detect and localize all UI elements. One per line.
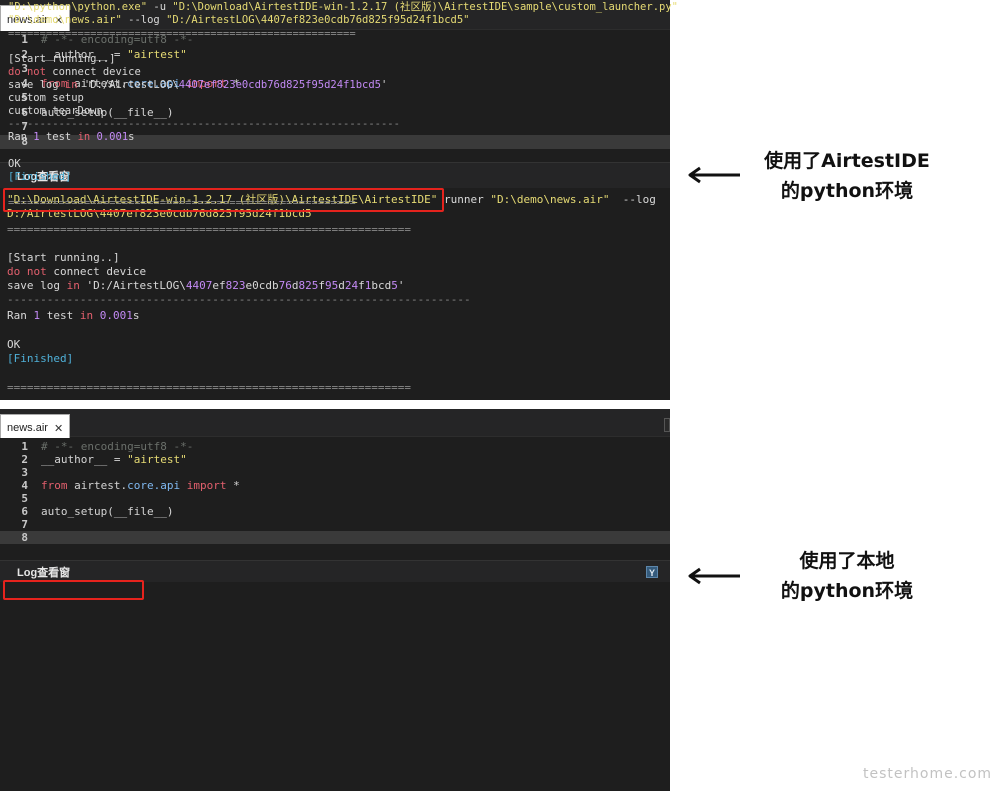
code-text: # -*- encoding=utf8 -*-	[41, 440, 194, 453]
bottom-annotation: 使用了本地 的python环境	[752, 546, 942, 606]
code-line: 6 auto_setup(__file__)	[0, 505, 670, 518]
log-line: [Start running..]	[7, 251, 120, 264]
log-line: do not connect device	[8, 66, 141, 78]
log-line: custom tearDown	[8, 105, 103, 117]
tab-label: news.air	[7, 422, 48, 434]
close-icon[interactable]: ✕	[54, 422, 63, 435]
code-line: 7	[0, 518, 670, 531]
log-line: save log in 'D:/AirtestLOG\4407ef823e0cd…	[8, 79, 388, 91]
log-line: save log in 'D:/AirtestLOG\4407ef823e0cd…	[7, 279, 405, 292]
log-line: do not connect device	[7, 265, 147, 278]
log-separator: ----------------------------------------…	[8, 118, 400, 130]
code-line: 2 __author__ = "airtest"	[0, 453, 670, 466]
filter-icon[interactable]: Y	[646, 566, 658, 578]
line-number: 2	[21, 453, 28, 466]
log-line: OK	[7, 338, 21, 351]
line-number: 5	[21, 492, 28, 505]
line-number: 4	[21, 479, 28, 492]
log-line: OK	[8, 158, 21, 170]
line-number: 6	[21, 505, 28, 518]
bottom-file-tab[interactable]: news.air ✕	[0, 414, 71, 441]
log-command-line: "D:\python\python.exe" -u "D:\Download\A…	[8, 1, 678, 13]
bottom-editor-panel: news.air ✕ 1 # -*- encoding=utf8 -*- 2 __a…	[0, 409, 670, 791]
log-finished: [Finished]	[7, 352, 74, 365]
log-line: Ran 1 test in 0.001s	[7, 309, 140, 322]
command-python-path: "D:\python\python.exe"	[8, 1, 148, 13]
annotation-line: 的python环境	[780, 580, 914, 602]
line-number: 3	[21, 466, 28, 479]
log-separator: ========================================…	[7, 381, 411, 394]
line-number: 8	[21, 531, 28, 544]
log-separator: ----------------------------------------…	[7, 293, 471, 306]
log-line: custom setup	[8, 92, 84, 104]
top-annotation: 使用了AirtestIDE 的python环境	[752, 146, 942, 206]
tab-scroll-handle[interactable]	[664, 418, 670, 432]
line-number: 7	[21, 518, 28, 531]
log-line: "D:\demo\news.air" --log "D:/AirtestLOG\…	[8, 14, 470, 26]
code-text: __author__ = "airtest"	[41, 453, 187, 466]
line-number: 1	[21, 440, 28, 453]
code-text: from airtest.core.api import *	[41, 479, 240, 492]
top-log-output: "D:\Download\AirtestIDE-win-1.2.17 (社区版)…	[0, 193, 670, 394]
bottom-tab-bar: news.air ✕	[0, 409, 670, 441]
bottom-code-editor[interactable]: 1 # -*- encoding=utf8 -*- 2 __author__ = "…	[0, 438, 670, 548]
log-finished: [Finished]	[8, 171, 72, 183]
watermark: testerhome.com	[863, 766, 993, 782]
code-line: 3	[0, 466, 670, 479]
code-line-current: 8	[0, 531, 670, 544]
log-separator: ========================================…	[8, 197, 356, 209]
bottom-log-panel-title: Log查看窗 Y	[0, 560, 670, 582]
annotation-line: 的python环境	[780, 180, 914, 202]
left-arrow-icon	[688, 166, 740, 184]
log-separator: ========================================…	[8, 28, 356, 40]
log-line: Ran 1 test in 0.001s	[8, 131, 135, 143]
code-text: auto_setup(__file__)	[41, 505, 174, 518]
code-line: 4 from airtest.core.api import *	[0, 479, 670, 492]
annotation-line: 使用了本地	[799, 550, 895, 572]
bottom-log-output: "D:\python\python.exe" -u "D:\Download\A…	[0, 0, 1000, 209]
log-title: Log查看窗	[17, 566, 71, 579]
left-arrow-icon	[688, 567, 740, 585]
log-separator: ========================================…	[7, 223, 411, 236]
code-line: 1 # -*- encoding=utf8 -*-	[0, 440, 670, 453]
code-line: 5	[0, 492, 670, 505]
annotation-line: 使用了AirtestIDE	[764, 150, 930, 172]
log-line: [Start running..]	[8, 53, 116, 65]
